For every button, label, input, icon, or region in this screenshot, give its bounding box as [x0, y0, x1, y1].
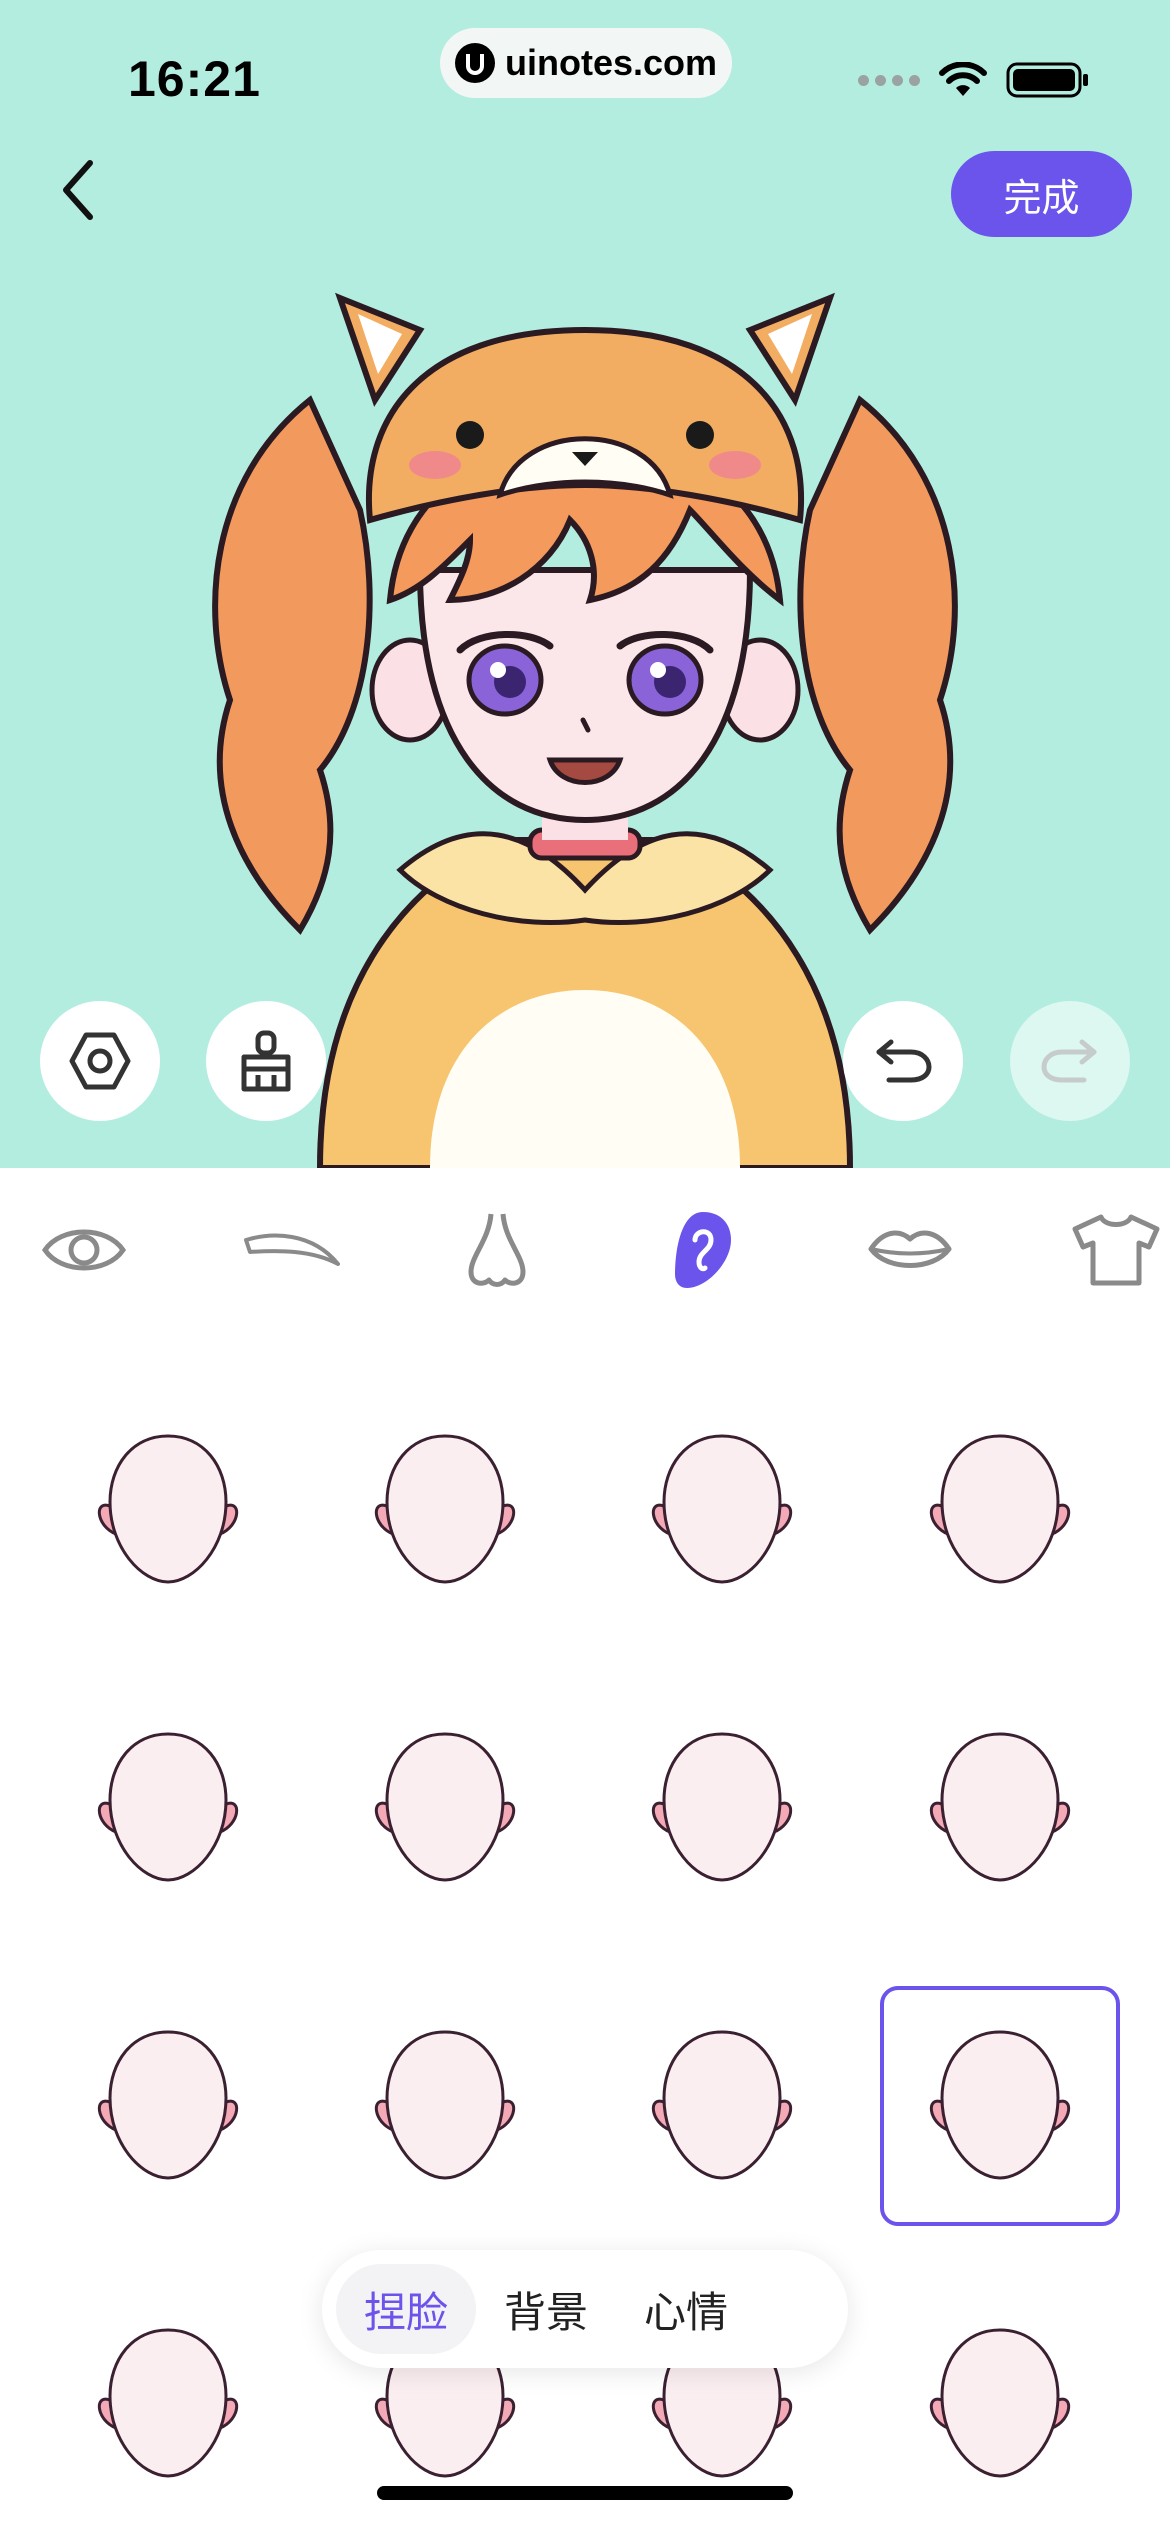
- face-option[interactable]: [48, 2284, 288, 2524]
- face-option[interactable]: [880, 2284, 1120, 2524]
- chevron-left-icon: [63, 160, 93, 220]
- eye-icon: [41, 1229, 127, 1271]
- face-shape-icon: [651, 1434, 793, 1584]
- face-shape-icon: [374, 1732, 516, 1882]
- face-option[interactable]: [48, 1390, 288, 1630]
- category-eye[interactable]: [32, 1200, 136, 1300]
- signal-icon: [858, 74, 920, 86]
- back-button[interactable]: [48, 150, 108, 230]
- face-option[interactable]: [325, 1986, 565, 2226]
- face-option[interactable]: [880, 1688, 1120, 1928]
- settings-hex-icon: [69, 1032, 131, 1090]
- category-outfit[interactable]: [1064, 1200, 1168, 1300]
- face-shape-icon: [651, 1732, 793, 1882]
- face-shape-icon: [97, 2030, 239, 2180]
- face-option[interactable]: [325, 1390, 565, 1630]
- face-shape-icon: [929, 2328, 1071, 2478]
- redo-button[interactable]: [1010, 1001, 1130, 1121]
- shirt-icon: [1072, 1214, 1160, 1286]
- redo-icon: [1041, 1039, 1097, 1083]
- face-option[interactable]: [880, 1986, 1120, 2226]
- category-nose[interactable]: [445, 1200, 549, 1300]
- url-pill[interactable]: uinotes.com: [440, 28, 732, 98]
- face-option[interactable]: [880, 1390, 1120, 1630]
- ear-icon: [675, 1212, 731, 1288]
- battery-icon: [1006, 62, 1088, 98]
- feature-category-bar: [0, 1168, 1170, 1328]
- status-time: 16:21: [128, 51, 261, 107]
- face-shape-icon: [651, 2030, 793, 2180]
- lips-icon: [868, 1230, 952, 1268]
- undo-button[interactable]: [843, 1001, 963, 1121]
- category-lips[interactable]: [858, 1200, 962, 1300]
- done-button[interactable]: 完成: [951, 151, 1132, 237]
- nose-icon: [468, 1213, 526, 1287]
- face-shape-icon: [97, 2328, 239, 2478]
- home-indicator: [377, 2486, 793, 2500]
- segment-tab-mood[interactable]: 心情: [616, 2264, 756, 2354]
- face-option[interactable]: [48, 1986, 288, 2226]
- eyebrow-icon: [244, 1233, 340, 1266]
- face-shape-icon: [929, 2030, 1071, 2180]
- brush-icon: [241, 1030, 291, 1092]
- face-shape-icon: [97, 1434, 239, 1584]
- wifi-icon: [939, 62, 987, 96]
- face-option[interactable]: [602, 1688, 842, 1928]
- face-shape-icon: [97, 1732, 239, 1882]
- status-indicators: [858, 60, 1090, 100]
- segment-tab-face[interactable]: 捏脸: [336, 2264, 477, 2354]
- brush-button[interactable]: [206, 1001, 326, 1121]
- face-shape-icon: [374, 2030, 516, 2180]
- site-logo-icon: [454, 43, 495, 83]
- settings-button[interactable]: [40, 1001, 160, 1121]
- face-shape-icon: [929, 1732, 1071, 1882]
- face-option[interactable]: [325, 1688, 565, 1928]
- face-shape-icon: [374, 1434, 516, 1584]
- avatar-stage: 16:21 uinotes.com 完成: [0, 0, 1170, 1168]
- face-option[interactable]: [602, 1986, 842, 2226]
- segment-tab-background[interactable]: 背景: [476, 2264, 616, 2354]
- mode-segmented-control: 捏脸 背景 心情: [322, 2250, 848, 2368]
- face-shape-icon: [929, 1434, 1071, 1584]
- url-text: uinotes.com: [504, 42, 718, 83]
- undo-icon: [876, 1039, 932, 1083]
- category-ear[interactable]: [651, 1200, 755, 1300]
- category-eyebrow[interactable]: [240, 1200, 344, 1300]
- face-option[interactable]: [48, 1688, 288, 1928]
- face-option[interactable]: [602, 1390, 842, 1630]
